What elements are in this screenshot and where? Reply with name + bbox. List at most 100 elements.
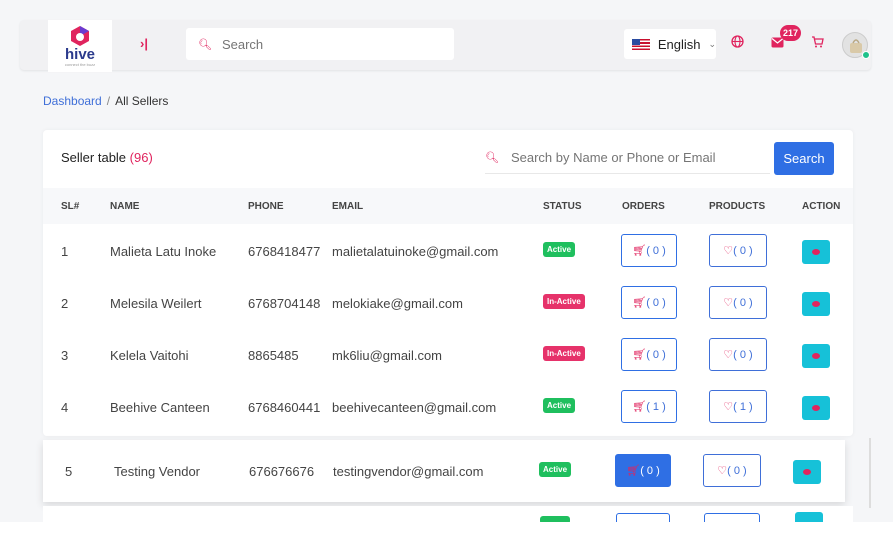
heart-icon: ♡ (723, 401, 734, 413)
heart-icon: ♡ (717, 465, 728, 477)
orders-button[interactable]: 🛒︎( 0 ) (621, 338, 677, 371)
orders-button-partial[interactable] (616, 513, 670, 522)
eye-icon (812, 353, 820, 359)
table-row: 4 Beehive Canteen 6768460441 beehivecant… (43, 382, 853, 434)
cart-icon: 🛒︎ (632, 349, 647, 361)
seller-search-input[interactable] (510, 150, 761, 165)
status-badge: In-Active (543, 294, 585, 309)
global-search[interactable]: 🔍︎ (186, 28, 454, 60)
orders-count: ( 0 ) (646, 296, 666, 309)
breadcrumb: Dashboard / All Sellers (43, 94, 168, 108)
online-status-dot (862, 51, 870, 59)
breadcrumb-current: All Sellers (115, 94, 169, 108)
column-header-phone: PHONE (248, 201, 284, 212)
hive-logo-icon (69, 25, 91, 47)
table-title: Seller table (96) (61, 150, 153, 165)
table-row: 1 Malieta Latu Inoke 6768418477 malietal… (43, 226, 853, 278)
globe-icon[interactable] (731, 35, 744, 51)
breadcrumb-separator: / (106, 94, 111, 108)
products-button[interactable]: ♡( 0 ) (703, 454, 761, 487)
view-button[interactable] (802, 240, 830, 264)
products-button[interactable]: ♡( 0 ) (709, 234, 767, 267)
products-count: ( 1 ) (733, 400, 753, 413)
search-icon: 🔍︎ (198, 38, 212, 51)
orders-button[interactable]: 🛒︎( 0 ) (621, 234, 677, 267)
status-badge: Active (539, 462, 572, 477)
orders-button[interactable]: 🛒︎( 1 ) (621, 390, 677, 423)
cart-icon[interactable] (811, 35, 824, 51)
products-button[interactable]: ♡( 0 ) (709, 338, 767, 371)
status-badge: Active (543, 398, 576, 413)
row-sl: 2 (61, 296, 69, 311)
row-name: Malieta Latu Inoke (110, 244, 217, 259)
products-count: ( 0 ) (733, 348, 753, 361)
eye-icon (812, 301, 820, 307)
view-button[interactable] (802, 344, 830, 368)
global-search-input[interactable] (221, 36, 422, 52)
table-row-partial (43, 506, 853, 522)
row-email: beehivecanteen@gmail.com (332, 400, 497, 415)
row-phone: 6768418477 (248, 244, 321, 259)
orders-count: ( 0 ) (640, 464, 660, 477)
search-button[interactable]: Search (774, 142, 834, 175)
eye-icon (812, 405, 820, 411)
language-selector[interactable]: English ⌄ (624, 29, 716, 59)
cart-icon: 🛒︎ (626, 465, 641, 477)
row-email: mk6liu@gmail.com (332, 348, 442, 363)
column-header-products: PRODUCTS (709, 201, 766, 212)
table-header: SL# NAME PHONE EMAIL STATUS ORDERS PRODU… (43, 188, 853, 224)
eye-icon (803, 469, 811, 475)
products-count: ( 0 ) (727, 464, 747, 477)
top-bar: hive connect the buzz ›| 🔍︎ English ⌄ 21… (20, 20, 871, 72)
row-sl: 4 (61, 400, 69, 415)
row-name: Testing Vendor (114, 464, 201, 479)
row-email: melokiake@gmail.com (332, 296, 463, 311)
row-name: Melesila Weilert (110, 296, 202, 311)
heart-icon: ♡ (723, 245, 734, 257)
orders-count: ( 0 ) (646, 244, 666, 257)
row-phone: 6768460441 (248, 400, 321, 415)
column-header-name: NAME (110, 201, 140, 212)
orders-button[interactable]: 🛒︎( 0 ) (615, 454, 671, 487)
seller-count: (96) (129, 150, 153, 165)
products-button[interactable]: ♡( 0 ) (709, 286, 767, 319)
viewport-bottom (0, 522, 893, 541)
products-button[interactable]: ♡( 1 ) (709, 390, 767, 423)
column-header-orders: ORDERS (622, 201, 665, 212)
row-name: Kelela Vaitohi (110, 348, 189, 363)
view-button[interactable] (802, 292, 830, 316)
orders-button[interactable]: 🛒︎( 0 ) (621, 286, 677, 319)
logo[interactable]: hive connect the buzz (48, 20, 112, 72)
user-avatar[interactable] (842, 32, 870, 59)
breadcrumb-dashboard-link[interactable]: Dashboard (43, 94, 102, 108)
eye-icon (812, 249, 820, 255)
column-header-status: STATUS (543, 201, 582, 212)
us-flag-icon (632, 38, 650, 50)
products-count: ( 0 ) (733, 244, 753, 257)
cart-icon: 🛒︎ (632, 297, 647, 309)
row-sl: 1 (61, 244, 69, 259)
language-label: English (657, 36, 701, 52)
row-sl: 3 (61, 348, 69, 363)
sidebar-toggle-icon[interactable]: ›| (140, 36, 148, 51)
view-button-partial[interactable] (795, 512, 823, 522)
table-row-hovered: 5 Testing Vendor 676676676 testingvendor… (43, 440, 845, 502)
view-button[interactable] (802, 396, 830, 420)
column-header-action: ACTION (802, 201, 841, 212)
heart-icon: ♡ (723, 349, 734, 361)
seller-search[interactable]: 🔍︎ (485, 142, 770, 174)
row-phone: 6768704148 (248, 296, 321, 311)
search-icon: 🔍︎ (485, 152, 499, 164)
column-header-sl: SL# (61, 201, 80, 212)
products-button-partial[interactable] (704, 513, 760, 522)
row-email: testingvendor@gmail.com (333, 464, 484, 479)
logo-text: hive (64, 46, 95, 63)
status-badge: In-Active (543, 346, 585, 361)
scrollbar[interactable] (869, 438, 871, 508)
heart-icon: ♡ (723, 297, 734, 309)
row-sl: 5 (65, 464, 73, 479)
row-phone: 676676676 (249, 464, 315, 479)
view-button[interactable] (793, 460, 821, 484)
products-count: ( 0 ) (733, 296, 753, 309)
cart-icon: 🛒︎ (632, 401, 647, 413)
